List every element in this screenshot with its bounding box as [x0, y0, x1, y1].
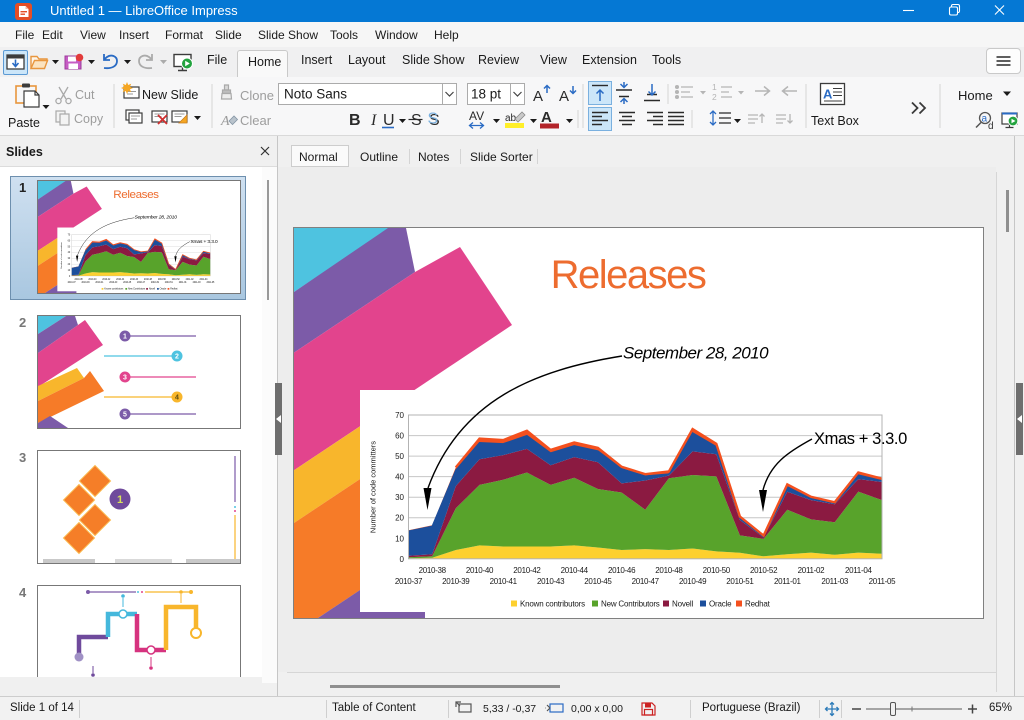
svg-text:d: d	[988, 121, 994, 132]
svg-text:S: S	[428, 111, 439, 128]
svg-text:B: B	[349, 112, 361, 129]
svg-text:I: I	[370, 112, 377, 129]
svg-text:a: a	[982, 114, 988, 125]
svg-text:A: A	[823, 87, 833, 102]
svg-text:4: 4	[175, 395, 179, 402]
svg-text:A: A	[533, 88, 543, 105]
svg-text:1: 1	[712, 82, 717, 92]
svg-text:ab: ab	[505, 113, 517, 124]
svg-text:1: 1	[123, 334, 127, 341]
svg-text:A: A	[559, 88, 569, 105]
svg-text:A: A	[220, 114, 230, 129]
svg-text:S: S	[411, 112, 422, 129]
svg-text:2: 2	[712, 92, 717, 102]
svg-text:18 pt: 18 pt	[471, 87, 501, 102]
svg-text:2: 2	[175, 354, 179, 361]
svg-text:U: U	[383, 112, 395, 129]
svg-text:3: 3	[123, 375, 127, 382]
svg-text:AV: AV	[469, 109, 484, 123]
svg-text:Noto Sans: Noto Sans	[284, 87, 347, 102]
svg-text:A: A	[541, 109, 552, 126]
svg-text:1: 1	[117, 494, 123, 506]
svg-text:5: 5	[123, 412, 127, 419]
